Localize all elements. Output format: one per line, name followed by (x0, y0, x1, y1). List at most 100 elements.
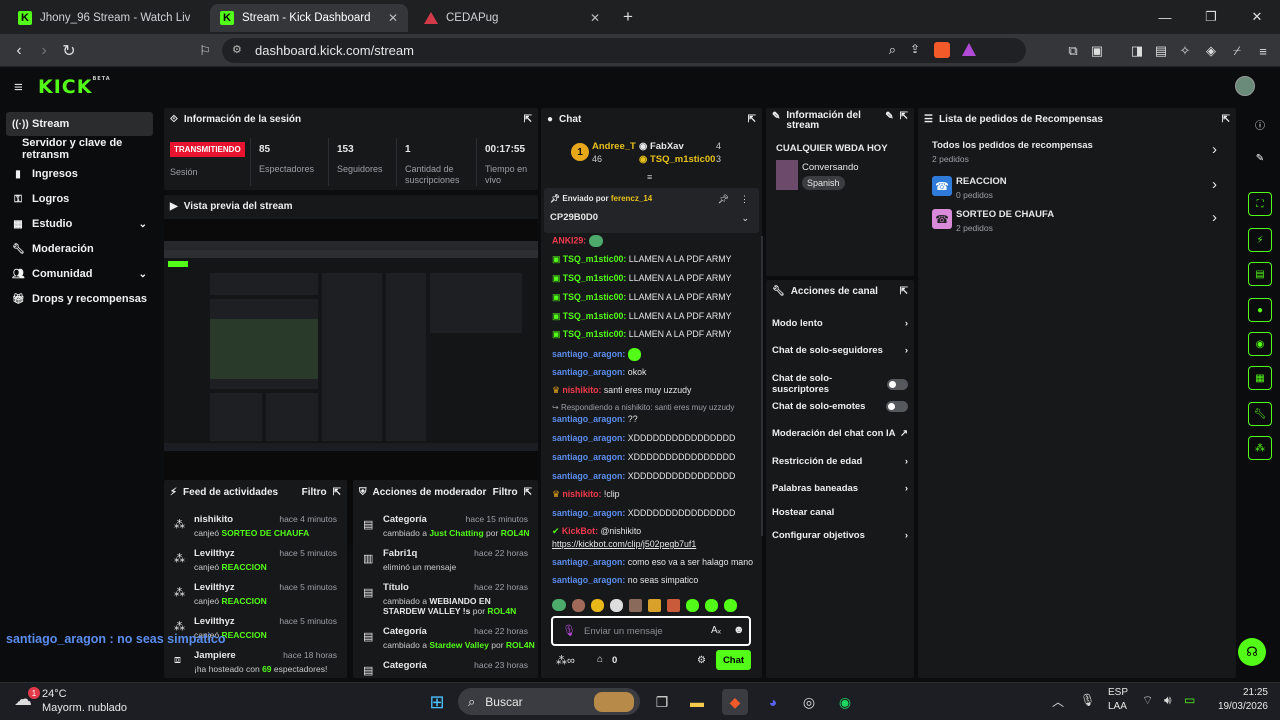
ai-moderation-row[interactable]: Moderación del chat con IA ↗ (772, 428, 908, 439)
bookmark-icon[interactable]: ⚐ (194, 40, 216, 62)
windows-start-icon[interactable]: ⊞ (424, 689, 450, 715)
chat-user[interactable]: ANKI29 (552, 235, 583, 245)
minimize-icon[interactable]: — (1142, 0, 1188, 34)
pinned-message[interactable]: 📌︎ Enviado por ferencz_14 CP29B0D0 📌︎ ⋮ … (544, 188, 759, 233)
emote-icon[interactable] (610, 599, 623, 612)
collapse-icon[interactable]: ≡ (647, 172, 652, 182)
emoji-icon[interactable]: ☻ (733, 624, 745, 636)
sidebar-item-drops[interactable]: 🎁︎ Drops y recompensas (6, 287, 153, 311)
chat-scrollbar[interactable] (761, 236, 763, 536)
tab-kick-dashboard[interactable]: K Stream - Kick Dashboard ✕ (210, 4, 408, 32)
volume-icon[interactable]: 🔊︎ (1164, 693, 1172, 708)
chat-user[interactable]: nishikito (562, 385, 598, 395)
chat-user[interactable]: santiago_aragon (552, 508, 622, 518)
sidebar-item-comunidad[interactable]: 👥︎ Comunidad ⌄ (6, 262, 153, 286)
mic-icon[interactable]: 🎙︎ (562, 624, 576, 637)
send-chat-button[interactable]: Chat (716, 650, 751, 670)
language-indicator[interactable]: ESP (1108, 687, 1128, 698)
brave-browser-icon[interactable]: ◆ (722, 689, 748, 715)
chat-user[interactable]: santiago_aragon (552, 557, 622, 567)
slow-mode-row[interactable]: Modo lento › (772, 318, 908, 329)
kick-logo[interactable]: KICKBETA (38, 76, 111, 98)
more-options-icon[interactable]: ⋮ (740, 194, 749, 205)
mic-tray-icon[interactable]: 🎙︎ (1080, 693, 1095, 707)
reward-row-sorteo[interactable]: ☎ SORTEO DE CHAUFA 2 pedidos › (918, 205, 1236, 235)
age-restriction-row[interactable]: Restricción de edad › (772, 456, 908, 467)
file-explorer-icon[interactable]: ▬ (684, 689, 710, 715)
new-tab-icon[interactable]: + (623, 7, 633, 27)
points-icon[interactable]: ⌂ (597, 654, 603, 665)
followers-only-row[interactable]: Chat de solo-seguidores › (772, 345, 908, 356)
emote-icon[interactable] (667, 599, 680, 612)
task-view-icon[interactable]: ❐ (649, 689, 675, 715)
expand-icon[interactable]: ⇱ (333, 487, 341, 498)
avatar[interactable] (1235, 76, 1255, 96)
emote-icon[interactable] (572, 599, 585, 612)
chat-user[interactable]: TSQ_m1stic00 (563, 254, 624, 264)
emote-icon[interactable] (686, 599, 699, 612)
emote-icon[interactable] (724, 599, 737, 612)
edit-title-icon[interactable]: ✎ (885, 111, 893, 122)
site-info-icon[interactable]: ⚙ (232, 43, 242, 56)
pin-icon[interactable]: 📌︎ (718, 194, 729, 205)
chat-user[interactable]: nishikito (562, 489, 598, 499)
users-icon[interactable]: ⁂ (1248, 436, 1272, 460)
tab-cedapug[interactable]: CEDAPug ✕ (414, 4, 610, 32)
expand-icon[interactable]: ⇱ (524, 114, 532, 125)
expand-icon[interactable]: ⇱ (900, 111, 908, 122)
expand-icon[interactable]: ⇱ (748, 114, 756, 125)
tray-overflow-icon[interactable]: ︿ (1052, 693, 1064, 710)
emote-icon[interactable] (648, 599, 661, 612)
reward-row-reaccion[interactable]: ☎ REACCION 0 pedidos › (918, 172, 1236, 202)
wifi-icon[interactable]: ⌔ (1142, 693, 1153, 708)
info-icon[interactable]: ⓘ (1248, 112, 1272, 136)
tor-icon[interactable]: ⌿ (1228, 42, 1246, 60)
maximize-icon[interactable]: ❐ (1188, 0, 1234, 34)
help-button[interactable]: ☊ (1238, 638, 1266, 666)
zoom-icon[interactable]: ⌕ (889, 42, 896, 58)
chat-user[interactable]: santiago_aragon (552, 471, 622, 481)
filter-button[interactable]: Filtro (302, 487, 327, 498)
expand-icon[interactable]: ⇱ (900, 286, 908, 297)
chat-user[interactable]: santiago_aragon (552, 575, 622, 585)
hamburger-menu-icon[interactable]: ≡ (14, 79, 23, 96)
notes-icon[interactable]: ▤ (1248, 262, 1272, 286)
all-requests-row[interactable]: Todos los pedidos de recompensas 2 pedid… (918, 138, 1236, 166)
tab-jhony-stream[interactable]: K Jhony_96 Stream - Watch Live on Kick (8, 4, 204, 32)
brave-rewards-icon[interactable] (962, 43, 976, 56)
sidebar-item-logros[interactable]: ⚿ Logros (6, 187, 153, 211)
chat-user[interactable]: TSQ_m1stic00 (563, 329, 624, 339)
close-tab-icon[interactable]: ✕ (388, 11, 398, 25)
translate-icon[interactable]: Aₓ (711, 625, 721, 636)
chat-user[interactable]: santiago_aragon (552, 414, 622, 424)
host-channel-row[interactable]: Hostear canal (772, 507, 908, 518)
menu-icon[interactable]: ≡ (1254, 42, 1272, 60)
url-field[interactable]: ⚙ dashboard.kick.com/stream ⌕ ⇪ (222, 38, 1026, 63)
banned-words-row[interactable]: Palabras baneadas › (772, 483, 908, 494)
extensions-icon[interactable]: ⧉ (1064, 42, 1082, 60)
layout-icon[interactable]: ▦ (1248, 366, 1272, 390)
filter-button[interactable]: Filtro (493, 487, 518, 498)
sidebar-toggle-icon[interactable]: ◨ (1128, 42, 1146, 60)
close-window-icon[interactable]: ✕ (1234, 0, 1280, 34)
chat-link[interactable]: https://kickbot.com/clip/j502pegb7uf1 (552, 539, 696, 549)
sidebar-item-server-key[interactable]: Servidor y clave de retransm (6, 137, 161, 161)
chat-input[interactable]: 🎙︎ Enviar un mensaje Aₓ ☻ (551, 616, 751, 646)
edit-icon[interactable]: ✎ (1248, 146, 1272, 170)
taskbar-search[interactable]: ⌕ Buscar (458, 688, 640, 715)
share-icon[interactable]: ⇪ (910, 42, 920, 56)
expand-icon[interactable]: ⇱ (1222, 114, 1230, 125)
back-icon[interactable]: ‹ (8, 40, 30, 62)
clip-icon[interactable]: ⛶ (1248, 192, 1272, 216)
chat-user[interactable]: TSQ_m1stic00 (563, 292, 624, 302)
clock-time[interactable]: 21:25 (1226, 687, 1268, 698)
spotify-icon[interactable]: ◉ (832, 689, 858, 715)
battery-icon[interactable]: ▭ (1184, 693, 1195, 707)
configure-goals-row[interactable]: Configurar objetivos › (772, 530, 908, 541)
leo-ai-icon[interactable]: ✧ (1176, 42, 1194, 60)
reload-icon[interactable]: ↻ (58, 40, 80, 62)
expand-icon[interactable]: ⇱ (524, 487, 532, 498)
chat-user[interactable]: santiago_aragon (552, 349, 622, 359)
chat-users-icon[interactable]: ⁂∞ (556, 654, 575, 667)
vpn-icon[interactable]: ◈ (1202, 42, 1220, 60)
